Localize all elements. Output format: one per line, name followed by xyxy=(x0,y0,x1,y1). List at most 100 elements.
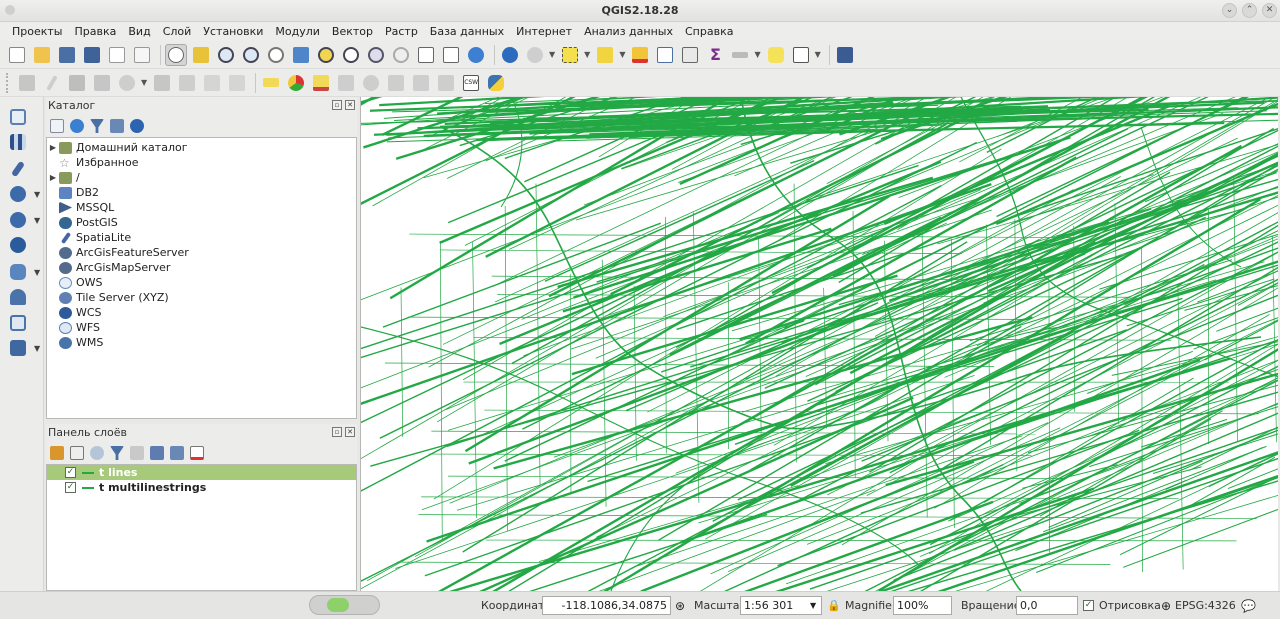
add-raster-layer-icon[interactable] xyxy=(8,132,28,152)
composer-manager-icon[interactable] xyxy=(131,44,153,66)
minimize-button[interactable]: ⌄ xyxy=(1222,3,1237,18)
add-virtual-layer-icon[interactable] xyxy=(8,313,28,333)
new-project-icon[interactable] xyxy=(6,44,28,66)
chevron-down-icon[interactable]: ▼ xyxy=(754,50,760,59)
add-delimited-text-icon[interactable] xyxy=(8,287,28,307)
layer-visibility-checkbox[interactable]: ✓ xyxy=(65,482,76,493)
crs-globe-icon[interactable]: ⊕ xyxy=(1161,599,1171,613)
new-print-composer-icon[interactable] xyxy=(106,44,128,66)
pan-to-selection-icon[interactable] xyxy=(190,44,212,66)
add-postgis-layer-icon[interactable] xyxy=(8,184,28,204)
new-shapefile-layer-icon[interactable] xyxy=(8,338,28,358)
csw-icon[interactable]: CSW xyxy=(460,72,482,94)
layer-row-t-lines[interactable]: ✓ t lines xyxy=(47,465,356,480)
menu-edit[interactable]: Правка xyxy=(69,25,123,38)
menu-web[interactable]: Интернет xyxy=(510,25,578,38)
chevron-down-icon[interactable]: ▼ xyxy=(549,50,555,59)
show-hide-labels-icon[interactable] xyxy=(360,72,382,94)
tree-item-spatialite[interactable]: SpatiaLite xyxy=(47,230,356,245)
tree-item-tile-server[interactable]: Tile Server (XYZ) xyxy=(47,290,356,305)
chevron-down-icon[interactable]: ▼ xyxy=(815,50,821,59)
render-checkbox[interactable]: ✓ xyxy=(1083,600,1094,611)
window-menu-icon[interactable] xyxy=(5,5,15,15)
chevron-down-icon[interactable]: ▼ xyxy=(34,344,40,353)
help-icon[interactable] xyxy=(834,44,856,66)
collapse-all-icon[interactable] xyxy=(110,119,124,133)
tree-item-home[interactable]: ▶ Домашний каталог xyxy=(47,140,356,155)
menu-database[interactable]: База данных xyxy=(424,25,510,38)
chevron-down-icon[interactable]: ▼ xyxy=(810,601,816,610)
field-calculator-icon[interactable] xyxy=(679,44,701,66)
map-tips-icon[interactable] xyxy=(765,44,787,66)
chevron-down-icon[interactable]: ▼ xyxy=(34,268,40,277)
select-features-icon[interactable] xyxy=(559,44,581,66)
cut-features-icon[interactable] xyxy=(176,72,198,94)
rotate-label-icon[interactable] xyxy=(410,72,432,94)
zoom-to-layer-icon[interactable] xyxy=(340,44,362,66)
lock-scale-icon[interactable]: 🔒 xyxy=(827,599,841,612)
zoom-next-icon[interactable] xyxy=(390,44,412,66)
zoom-in-icon[interactable] xyxy=(215,44,237,66)
identify-icon[interactable] xyxy=(499,44,521,66)
tree-item-arcgis-map[interactable]: ArcGisMapServer xyxy=(47,260,356,275)
zoom-full-icon[interactable] xyxy=(290,44,312,66)
info-icon[interactable] xyxy=(130,119,144,133)
chevron-down-icon[interactable]: ▼ xyxy=(34,216,40,225)
magnifier-spinbox[interactable]: 100% xyxy=(893,596,952,615)
add-wcs-layer-icon[interactable] xyxy=(8,235,28,255)
save-as-icon[interactable] xyxy=(81,44,103,66)
close-button[interactable]: ✕ xyxy=(1262,3,1277,18)
float-panel-icon[interactable]: ▫ xyxy=(332,427,342,437)
filter-icon[interactable] xyxy=(90,119,104,133)
paste-features-icon[interactable] xyxy=(226,72,248,94)
deselect-icon[interactable] xyxy=(629,44,651,66)
zoom-actual-icon[interactable] xyxy=(265,44,287,66)
close-panel-icon[interactable]: ✕ xyxy=(345,427,355,437)
tree-item-arcgis-feature[interactable]: ArcGisFeatureServer xyxy=(47,245,356,260)
pin-labels-icon[interactable] xyxy=(335,72,357,94)
menu-vector[interactable]: Вектор xyxy=(326,25,379,38)
expand-all-icon[interactable] xyxy=(150,446,164,460)
menu-layer[interactable]: Слой xyxy=(157,25,198,38)
tree-item-wcs[interactable]: WCS xyxy=(47,305,356,320)
refresh-icon[interactable] xyxy=(70,119,84,133)
layer-labeling-icon[interactable] xyxy=(310,72,332,94)
attribute-table-icon[interactable] xyxy=(654,44,676,66)
move-label-icon[interactable] xyxy=(385,72,407,94)
style-manager-icon[interactable] xyxy=(50,446,64,460)
layer-row-t-multilinestrings[interactable]: ✓ t multilinestrings xyxy=(47,480,356,495)
menu-raster[interactable]: Растр xyxy=(379,25,424,38)
tree-item-postgis[interactable]: PostGIS xyxy=(47,215,356,230)
node-tool-icon[interactable] xyxy=(116,72,138,94)
menu-help[interactable]: Справка xyxy=(679,25,739,38)
float-panel-icon[interactable]: ▫ xyxy=(332,100,342,110)
filter-expression-icon[interactable] xyxy=(130,446,144,460)
tree-item-db2[interactable]: DB2 xyxy=(47,185,356,200)
filter-legend-icon[interactable] xyxy=(110,446,124,460)
chevron-down-icon[interactable]: ▼ xyxy=(141,78,147,87)
menu-settings[interactable]: Установки xyxy=(197,25,269,38)
expand-arrow-icon[interactable]: ▶ xyxy=(47,140,59,155)
add-spatialite-layer-icon[interactable] xyxy=(8,159,28,179)
show-bookmarks-icon[interactable] xyxy=(440,44,462,66)
text-annotation-icon[interactable] xyxy=(790,44,812,66)
tree-item-wfs[interactable]: WFS xyxy=(47,320,356,335)
delete-selected-icon[interactable] xyxy=(151,72,173,94)
statistics-icon[interactable]: Σ xyxy=(704,44,726,66)
close-panel-icon[interactable]: ✕ xyxy=(345,100,355,110)
measure-icon[interactable] xyxy=(729,44,751,66)
add-selected-layer-icon[interactable] xyxy=(50,119,64,133)
refresh-icon[interactable] xyxy=(465,44,487,66)
add-vector-layer-icon[interactable] xyxy=(8,107,28,127)
diagram-icon[interactable] xyxy=(285,72,307,94)
zoom-out-icon[interactable] xyxy=(240,44,262,66)
menu-view[interactable]: Вид xyxy=(122,25,156,38)
extents-toggle-icon[interactable]: ⊛ xyxy=(675,599,685,613)
collapse-all-icon[interactable] xyxy=(170,446,184,460)
tree-item-ows[interactable]: OWS xyxy=(47,275,356,290)
map-canvas[interactable] xyxy=(360,97,1278,591)
menu-plugins[interactable]: Модули xyxy=(269,25,326,38)
toolbar-handle[interactable] xyxy=(6,72,12,93)
tree-item-wms[interactable]: WMS xyxy=(47,335,356,350)
menu-projects[interactable]: Проекты xyxy=(6,25,69,38)
